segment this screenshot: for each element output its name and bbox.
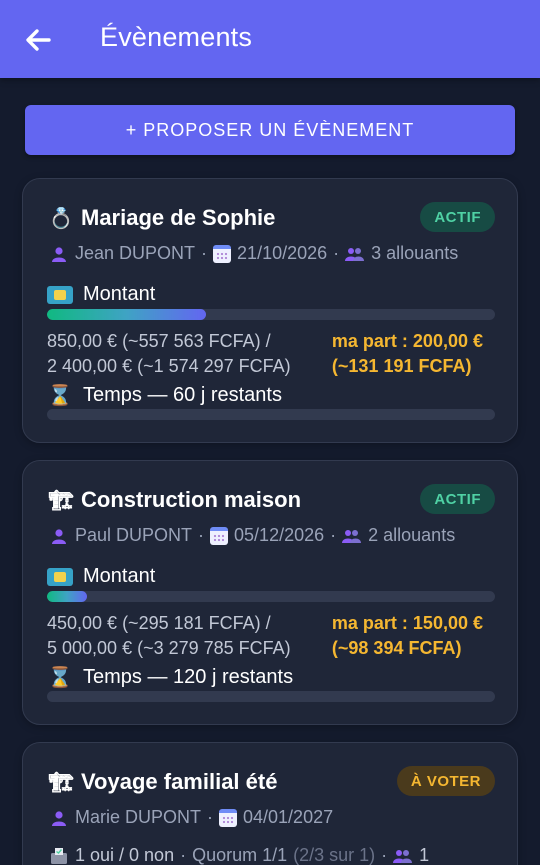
event-meta: Paul DUPONT · 05/12/2026 · 2 allouants [49, 525, 455, 546]
amount-label-row: Montant [47, 283, 155, 306]
time-label-row: ⌛ Temps — 120 j restants [47, 665, 294, 690]
amount-label: Montant [83, 565, 156, 587]
event-meta: Jean DUPONT · 21/10/2026 · 3 allouants [49, 243, 458, 264]
time-progress-bar [47, 691, 495, 702]
event-title-row: 💍 Mariage de Sophie [48, 205, 276, 231]
event-date: 21/10/2026 [237, 243, 328, 263]
event-date: 05/12/2026 [234, 525, 325, 545]
calendar-icon [213, 244, 232, 263]
propose-event-button[interactable]: + PROPOSER UN ÉVÈNEMENT [25, 105, 515, 155]
hourglass-icon: ⌛ [47, 385, 73, 407]
event-title: Construction maison [81, 487, 302, 512]
separator: · [207, 807, 214, 827]
amount-progress-fill [47, 591, 88, 602]
status-badge: ACTIF [420, 202, 495, 232]
event-title: Mariage de Sophie [81, 205, 276, 230]
status-badge: ACTIF [420, 484, 495, 514]
money-icon [47, 285, 73, 304]
event-date: 04/01/2027 [243, 807, 334, 827]
participants-count: 2 allouants [368, 525, 456, 545]
person-icon [49, 246, 69, 262]
separator: · [330, 525, 337, 545]
amount-progress-bar [47, 309, 495, 320]
calendar-icon [219, 808, 238, 827]
amount-progress-bar [47, 591, 495, 602]
people-icon [345, 246, 365, 262]
amount-progress-fill [47, 309, 206, 320]
my-share-fcfa: (~98 394 FCFA) [331, 638, 462, 658]
separator: · [381, 845, 388, 865]
construction-crane-icon: 🏗 [48, 771, 74, 794]
event-title-row: 🏗 Construction maison [48, 487, 302, 513]
my-share-eur: ma part : 150,00 € [331, 613, 483, 633]
separator: · [180, 845, 187, 865]
amount-collected: 450,00 € (~295 181 FCFA) / [47, 613, 271, 633]
event-card[interactable]: 🏗 Voyage familial été À VOTER Marie DUPO… [22, 742, 518, 865]
event-card[interactable]: 💍 Mariage de Sophie ACTIF Jean DUPONT · … [22, 178, 518, 443]
participants-count: 3 allouants [371, 243, 459, 263]
event-meta: Marie DUPONT · 04/01/2027 [49, 807, 333, 828]
participants-count: 1 [419, 845, 430, 865]
quorum: Quorum 1/1 [192, 845, 288, 865]
amount-values: 850,00 € (~557 563 FCFA) / 2 400,00 € (~… [47, 329, 291, 379]
construction-crane-icon: 🏗 [48, 489, 74, 512]
event-card[interactable]: 🏗 Construction maison ACTIF Paul DUPONT … [22, 460, 518, 725]
my-share: ma part : 200,00 € (~131 191 FCFA) [332, 329, 483, 379]
vote-summary: 1 oui / 0 non · Quorum 1/1 (2/3 sur 1) ·… [49, 845, 429, 865]
money-icon [47, 567, 73, 586]
ring-icon: 💍 [48, 207, 74, 230]
event-title-row: 🏗 Voyage familial été [48, 769, 278, 795]
my-share-fcfa: (~131 191 FCFA) [331, 356, 472, 376]
organizer-name: Marie DUPONT [75, 807, 202, 827]
quorum-detail: (2/3 sur 1) [293, 845, 376, 865]
person-icon [49, 810, 69, 826]
app-bar: Évènements [0, 0, 540, 78]
vote-counts: 1 oui / 0 non [75, 845, 175, 865]
separator: · [201, 243, 208, 263]
time-remaining: Temps — 120 j restants [83, 666, 294, 688]
event-title: Voyage familial été [81, 769, 278, 794]
hourglass-icon: ⌛ [47, 667, 73, 689]
separator: · [198, 525, 205, 545]
amount-collected: 850,00 € (~557 563 FCFA) / [47, 331, 271, 351]
organizer-name: Jean DUPONT [75, 243, 196, 263]
arrow-left-icon [26, 29, 51, 51]
calendar-icon [210, 526, 229, 545]
person-icon [49, 528, 69, 544]
status-badge: À VOTER [396, 766, 495, 796]
people-icon [393, 848, 413, 864]
amount-target: 2 400,00 € (~1 574 297 FCFA) [47, 356, 291, 376]
ballot-box-icon [49, 847, 69, 865]
organizer-name: Paul DUPONT [75, 525, 193, 545]
time-remaining: Temps — 60 j restants [83, 384, 282, 406]
amount-label-row: Montant [47, 565, 155, 588]
amount-values: 450,00 € (~295 181 FCFA) / 5 000,00 € (~… [47, 611, 291, 661]
separator: · [333, 243, 340, 263]
people-icon [342, 528, 362, 544]
back-button[interactable] [22, 24, 54, 56]
amount-label: Montant [83, 283, 156, 305]
my-share-eur: ma part : 200,00 € [331, 331, 483, 351]
page-title: Évènements [100, 22, 253, 52]
time-progress-bar [47, 409, 495, 420]
amount-target: 5 000,00 € (~3 279 785 FCFA) [47, 638, 291, 658]
my-share: ma part : 150,00 € (~98 394 FCFA) [332, 611, 483, 661]
time-label-row: ⌛ Temps — 60 j restants [47, 383, 282, 408]
